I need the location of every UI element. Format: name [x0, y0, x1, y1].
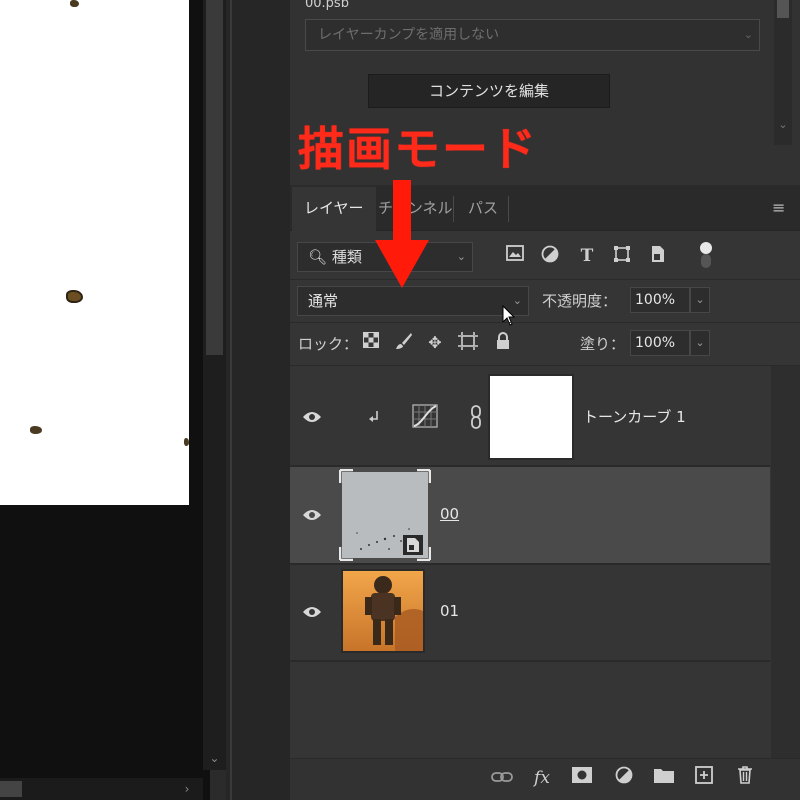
canvas-speck: [70, 0, 79, 7]
canvas-horizontal-scroll-thumb[interactable]: [0, 781, 22, 797]
new-group-icon[interactable]: [652, 766, 676, 790]
annotation-arrow-shaft: [393, 180, 411, 242]
fill-input[interactable]: 100%: [630, 330, 690, 356]
layer-thumbnail-00[interactable]: [338, 468, 432, 562]
opacity-input[interactable]: 100%: [630, 287, 690, 313]
canvas-horizontal-scrollbar[interactable]: [0, 778, 203, 800]
panel-menu-icon[interactable]: ≡: [772, 198, 785, 217]
add-mask-icon[interactable]: [570, 766, 594, 790]
edit-contents-button[interactable]: コンテンツを編集: [368, 74, 610, 108]
filter-toggle[interactable]: [700, 242, 712, 268]
chevron-down-icon[interactable]: ⌄: [690, 330, 710, 356]
canvas-speck: [66, 290, 83, 303]
properties-scroll-thumb[interactable]: [777, 0, 789, 18]
layer-comp-placeholder: レイヤーカンプを適用しない: [318, 27, 500, 43]
link-layers-icon[interactable]: [490, 766, 514, 790]
lock-image-pixels-icon[interactable]: [393, 332, 415, 354]
chevron-down-icon: ⌄: [456, 250, 466, 263]
scroll-right-arrow-icon[interactable]: ›: [180, 778, 194, 800]
lock-all-icon[interactable]: [492, 332, 514, 354]
divider: [290, 279, 800, 280]
divider: [290, 322, 800, 323]
blend-mode-annotation: 描画モード: [298, 122, 538, 176]
mouse-cursor-icon: [502, 304, 516, 331]
layer-filter-value: 種類: [331, 248, 362, 266]
fx-icon[interactable]: fx: [530, 766, 554, 790]
filter-toggle-track: [701, 254, 711, 268]
tab-separator: [453, 196, 454, 222]
filter-toggle-knob: [700, 242, 712, 254]
search-icon: 🔍︎: [308, 248, 328, 266]
shape-filter-icon[interactable]: [611, 245, 633, 267]
canvas-speck: [30, 426, 42, 434]
properties-filename: 00.psb: [305, 0, 349, 11]
fill-label: 塗り：: [580, 335, 626, 353]
image-filter-icon[interactable]: [504, 245, 526, 267]
tab-layers[interactable]: レイヤー: [292, 187, 376, 231]
document-canvas[interactable]: [0, 0, 189, 505]
delete-layer-icon[interactable]: [733, 766, 757, 790]
new-adjustment-icon[interactable]: [612, 766, 636, 790]
blend-mode-select[interactable]: 通常 ⌄: [297, 286, 529, 316]
layer-mask-thumbnail[interactable]: [488, 374, 574, 460]
new-layer-icon[interactable]: [692, 766, 716, 790]
tab-paths[interactable]: パス: [456, 187, 510, 231]
lock-transparent-pixels-icon[interactable]: [360, 332, 382, 354]
blend-mode-value: 通常: [308, 292, 339, 310]
panel-divider: [230, 0, 232, 800]
tab-separator: [508, 196, 509, 222]
eye-visibility-icon[interactable]: [302, 605, 324, 619]
panel-gutter: [226, 0, 290, 800]
layers-scrollbar[interactable]: [771, 366, 800, 758]
divider: [290, 365, 800, 366]
layer-comp-select[interactable]: レイヤーカンプを適用しない ⌄: [305, 19, 760, 51]
tab-channels[interactable]: チャンネル: [366, 187, 465, 231]
layer-name[interactable]: トーンカーブ 1: [583, 406, 686, 427]
eye-visibility-icon[interactable]: [302, 508, 324, 522]
annotation-arrow-down-icon: [375, 240, 429, 288]
opacity-label: 不透明度：: [542, 292, 618, 310]
layer-separator: [290, 660, 770, 662]
smart-object-filter-icon[interactable]: [647, 245, 669, 267]
scroll-down-arrow-icon[interactable]: ⌄: [203, 748, 226, 768]
clipping-mask-arrow-icon: [368, 410, 380, 424]
curves-adjustment-icon[interactable]: [412, 404, 438, 428]
canvas-vertical-scroll-thumb[interactable]: [206, 0, 223, 355]
type-filter-icon[interactable]: T: [576, 245, 598, 267]
chevron-down-icon[interactable]: ⌄: [775, 118, 791, 131]
lock-artboard-icon[interactable]: [457, 332, 479, 354]
layer-name[interactable]: 00: [440, 505, 459, 523]
canvas-speck: [184, 438, 189, 446]
chevron-down-icon[interactable]: ⌄: [690, 287, 710, 313]
layer-thumbnail-01[interactable]: [341, 569, 425, 653]
chain-link-icon[interactable]: [469, 405, 483, 429]
lock-position-icon[interactable]: ✥: [424, 332, 446, 354]
eye-visibility-icon[interactable]: [302, 410, 324, 424]
lock-label: ロック：: [298, 335, 359, 353]
adjustment-filter-icon[interactable]: [539, 245, 561, 267]
chevron-down-icon: ⌄: [743, 28, 753, 41]
layer-name[interactable]: 01: [440, 602, 459, 620]
